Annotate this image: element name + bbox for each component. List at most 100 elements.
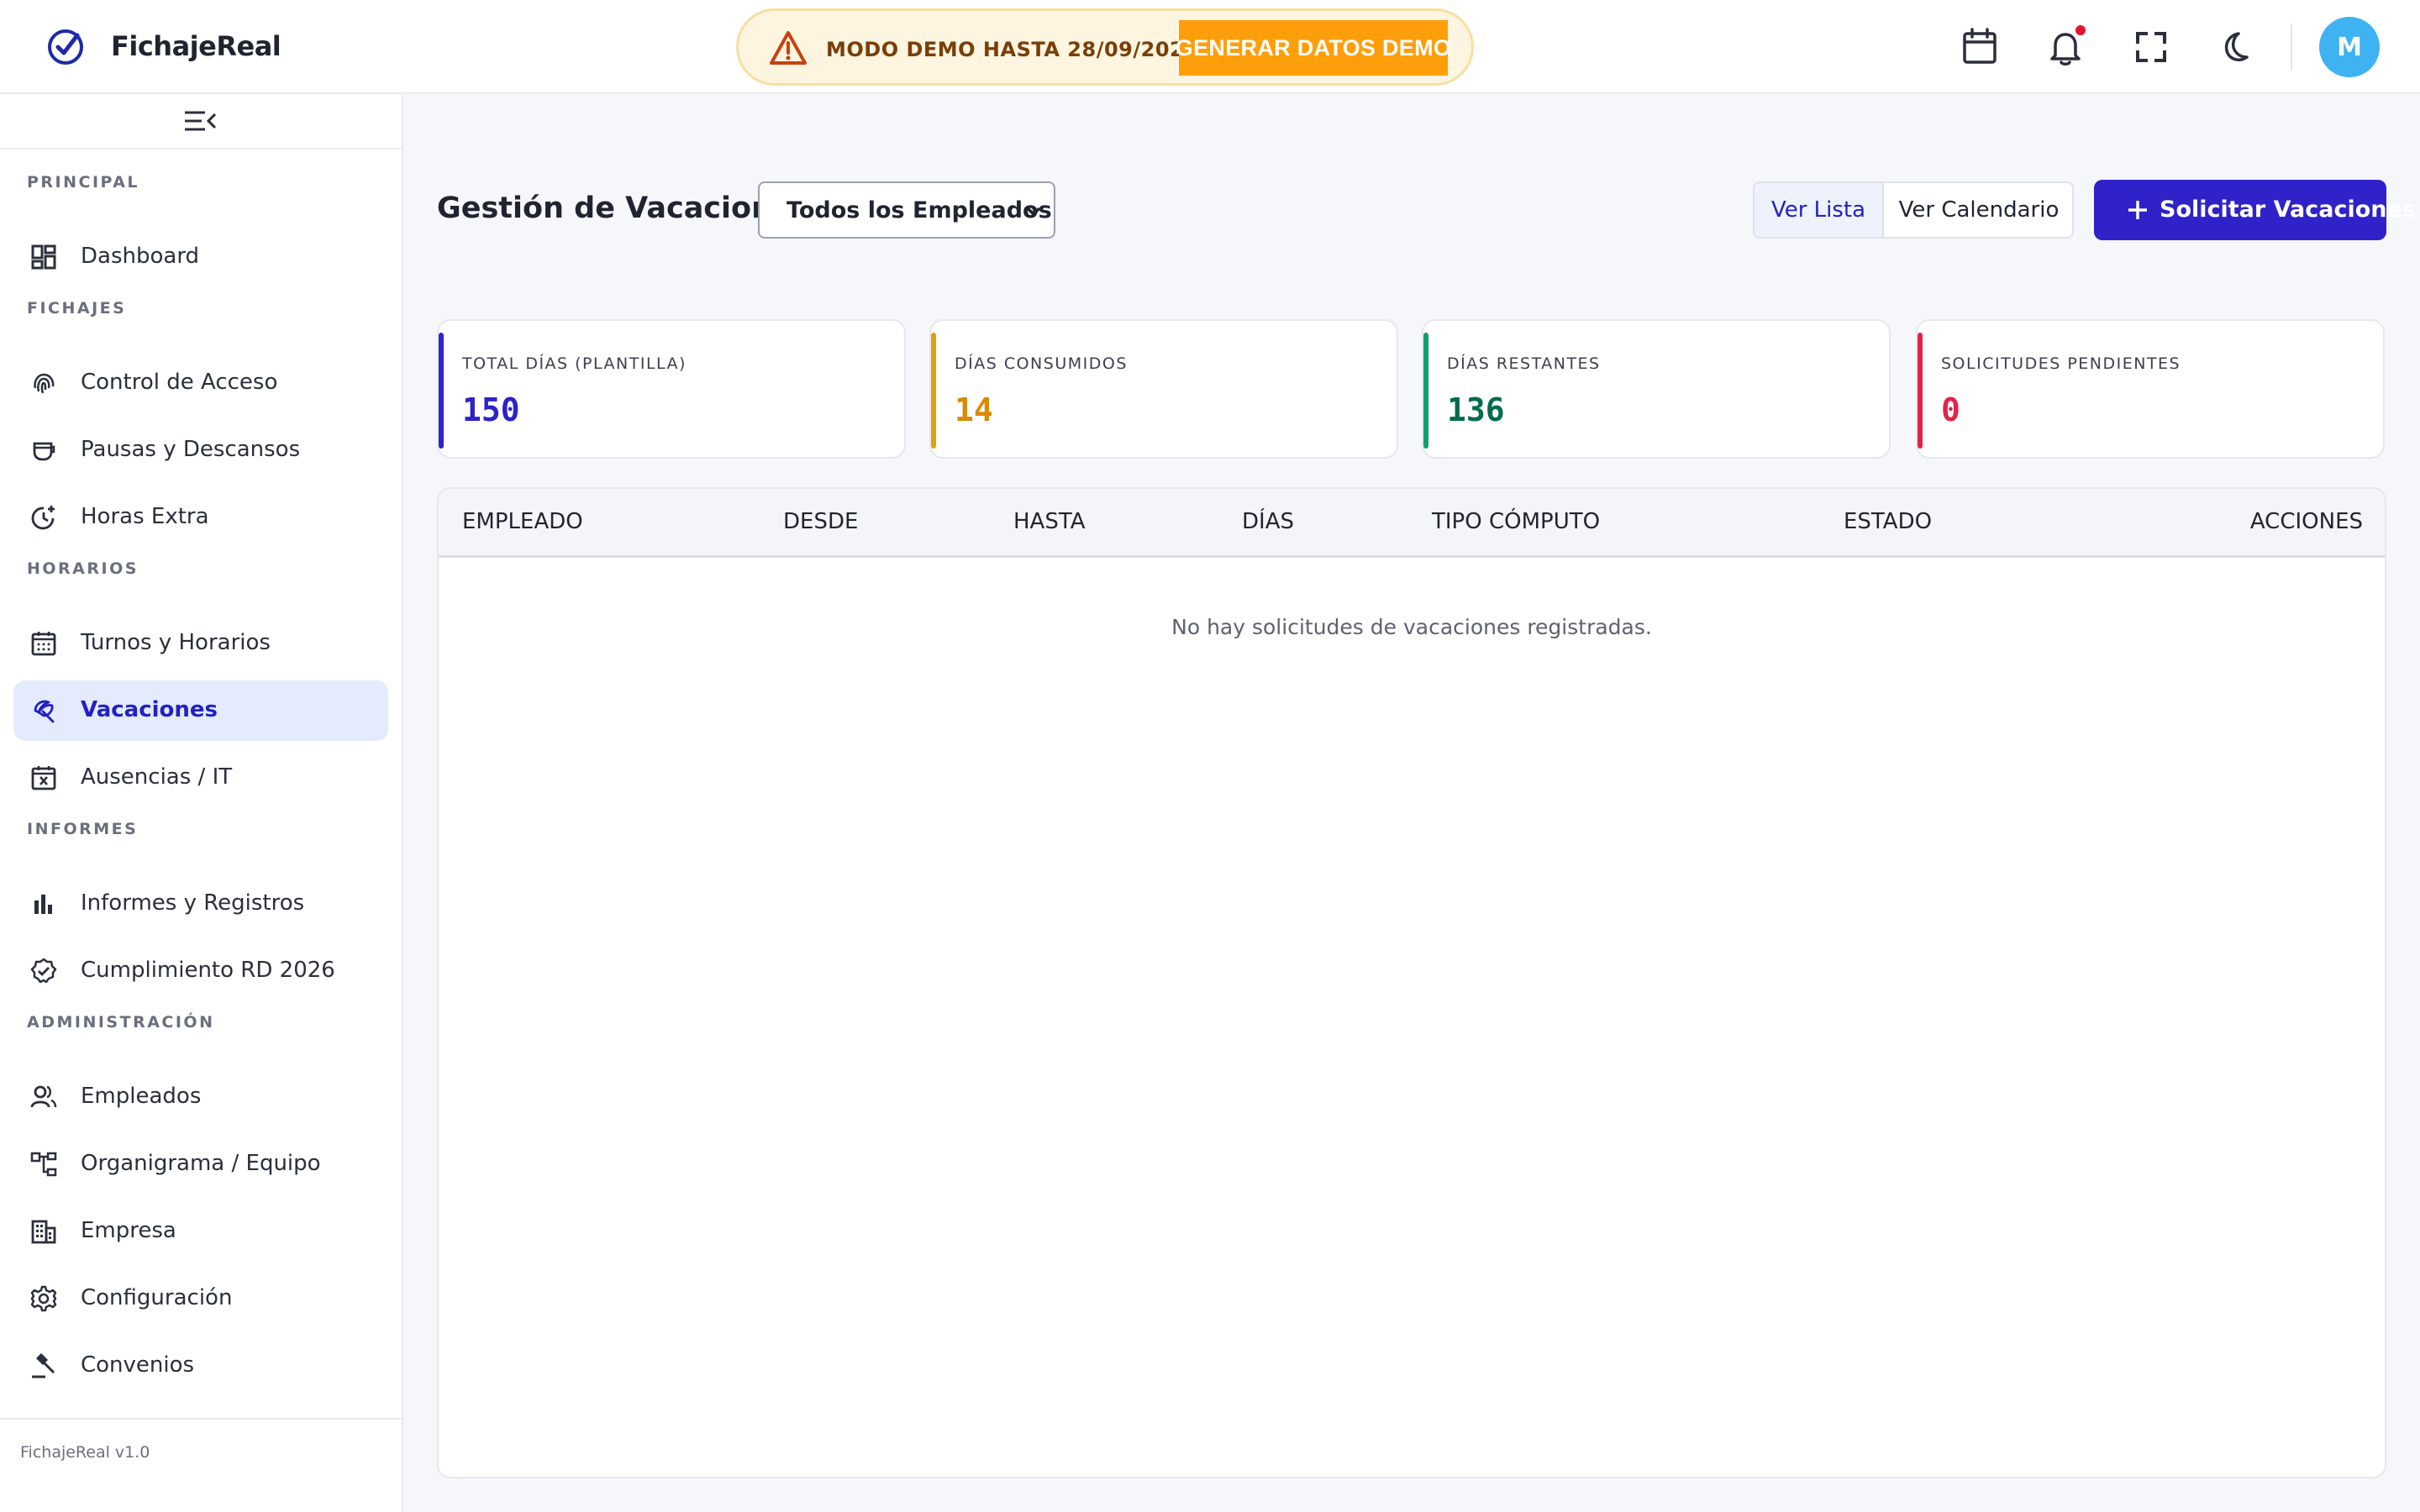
sidebar-item-vacaciones[interactable]: Vacaciones <box>13 680 388 741</box>
users-icon <box>30 1085 57 1108</box>
sidebar-item-label: Control de Acceso <box>81 370 278 395</box>
column-header-desde[interactable]: DESDE <box>783 509 858 534</box>
stat-accent-bar <box>931 333 936 449</box>
stat-value: 150 <box>462 391 520 428</box>
org-chart-icon <box>30 1152 57 1177</box>
column-header-hasta[interactable]: HASTA <box>1013 509 1086 534</box>
stat-accent-bar <box>1918 333 1923 449</box>
empty-table-message: No hay solicitudes de vacaciones registr… <box>1171 615 1652 639</box>
sidebar-item-control-acceso[interactable]: Control de Acceso <box>13 353 388 413</box>
request-vacation-label: Solicitar Vacaciones <box>2160 197 2416 223</box>
sidebar-item-pausas[interactable]: Pausas y Descansos <box>13 420 388 480</box>
sidebar-item-configuracion[interactable]: Configuración <box>13 1268 388 1329</box>
section-horarios: HORARIOS <box>27 559 139 578</box>
column-header-acciones: ACCIONES <box>2249 509 2363 534</box>
section-administracion: ADMINISTRACIÓN <box>27 1013 215 1032</box>
dashboard-icon <box>31 244 56 270</box>
view-toggle: Ver Lista Ver Calendario <box>1753 181 2074 239</box>
demo-mode-text: MODO DEMO HASTA 28/09/2026 <box>826 38 1199 61</box>
fingerprint-icon <box>34 373 55 394</box>
stat-label: SOLICITUDES PENDIENTES <box>1941 354 2181 373</box>
stat-value: 0 <box>1941 391 1960 428</box>
stat-accent-bar <box>439 333 444 449</box>
notification-dot <box>2075 25 2086 35</box>
stat-card-remaining: DÍAS RESTANTES 136 <box>1422 319 1891 459</box>
chevron-down-icon <box>1026 207 1041 217</box>
sidebar-item-empresa[interactable]: Empresa <box>13 1201 388 1262</box>
clock-plus-icon <box>31 506 55 530</box>
calendar-icon[interactable] <box>1958 25 2002 69</box>
user-avatar[interactable]: M <box>2319 17 2380 77</box>
column-header-empleado[interactable]: EMPLEADO <box>462 509 583 534</box>
gear-icon <box>30 1285 57 1312</box>
stat-label: TOTAL DÍAS (PLANTILLA) <box>462 354 687 373</box>
sidebar-item-label: Empleados <box>81 1084 202 1109</box>
sidebar-item-label: Informes y Registros <box>81 890 305 916</box>
beach-umbrella-icon <box>34 700 55 723</box>
sidebar-item-label: Horas Extra <box>81 504 209 529</box>
section-informes: INFORMES <box>27 820 139 838</box>
stat-value: 136 <box>1447 391 1505 428</box>
column-header-tipo-computo[interactable]: TIPO CÓMPUTO <box>1432 509 1600 534</box>
sidebar-item-ausencias[interactable]: Ausencias / IT <box>13 748 388 808</box>
sidebar-item-label: Organigrama / Equipo <box>81 1151 321 1176</box>
page-title: Gestión de Vacaciones <box>437 192 810 225</box>
verified-badge-icon <box>30 958 57 984</box>
sidebar-item-label: Vacaciones <box>81 697 218 722</box>
gavel-icon <box>32 1352 55 1378</box>
sidebar-item-empleados[interactable]: Empleados <box>13 1067 388 1127</box>
calendar-grid-icon <box>31 632 56 656</box>
stat-card-consumed: DÍAS CONSUMIDOS 14 <box>929 319 1398 459</box>
sidebar-item-label: Turnos y Horarios <box>81 630 271 655</box>
fullscreen-icon[interactable] <box>2129 25 2173 69</box>
stat-card-total: TOTAL DÍAS (PLANTILLA) 150 <box>437 319 906 459</box>
sidebar-item-horas-extra[interactable]: Horas Extra <box>13 487 388 548</box>
sidebar-item-label: Cumplimiento RD 2026 <box>81 958 335 983</box>
stat-label: DÍAS CONSUMIDOS <box>955 354 1128 373</box>
sidebar-item-label: Ausencias / IT <box>81 764 233 790</box>
view-calendar-button[interactable]: Ver Calendario <box>1886 183 2072 237</box>
sidebar-collapse-icon[interactable] <box>183 108 218 136</box>
view-list-button[interactable]: Ver Lista <box>1754 183 1884 237</box>
check-circle-logo-icon <box>48 29 83 65</box>
app-logo[interactable]: FichajeReal <box>45 25 281 67</box>
section-fichajes: FICHAJES <box>27 299 127 318</box>
building-icon <box>31 1220 56 1244</box>
sidebar-item-cumplimiento[interactable]: Cumplimiento RD 2026 <box>13 941 388 1001</box>
vacation-requests-table: EMPLEADO DESDE HASTA DÍAS TIPO CÓMPUTO E… <box>437 487 2386 1478</box>
employee-filter-select[interactable]: Todos los Empleados <box>758 181 1055 239</box>
sidebar-divider <box>0 148 402 150</box>
coffee-cup-icon <box>33 442 55 461</box>
demo-mode-banner: MODO DEMO HASTA 28/09/2026 GENERAR DATOS… <box>736 8 1474 86</box>
request-vacation-button[interactable]: Solicitar Vacaciones <box>2094 180 2416 240</box>
stat-value: 14 <box>955 391 993 428</box>
stat-accent-bar <box>1423 333 1428 449</box>
section-principal: PRINCIPAL <box>27 173 140 192</box>
sidebar-item-informes[interactable]: Informes y Registros <box>13 874 388 934</box>
app-name: FichajeReal <box>111 30 281 62</box>
generate-demo-data-button[interactable]: GENERAR DATOS DEMO <box>1176 20 1451 76</box>
sidebar-footer-divider <box>0 1418 402 1420</box>
table-header: EMPLEADO DESDE HASTA DÍAS TIPO CÓMPUTO E… <box>439 489 2385 558</box>
sidebar-item-convenios[interactable]: Convenios <box>13 1336 388 1396</box>
sidebar-item-label: Configuración <box>81 1285 233 1310</box>
column-header-estado[interactable]: ESTADO <box>1844 509 1932 534</box>
stat-label: DÍAS RESTANTES <box>1447 354 1601 373</box>
employee-filter-value: Todos los Empleados <box>786 197 1052 223</box>
sidebar-item-turnos[interactable]: Turnos y Horarios <box>13 613 388 674</box>
top-header: FichajeReal MODO DEMO HASTA 28/09/2026 G… <box>0 0 2420 94</box>
warning-icon <box>770 31 807 65</box>
sidebar: PRINCIPAL Dashboard FICHAJES Control de … <box>0 94 403 1512</box>
moon-icon[interactable] <box>2213 25 2257 69</box>
plus-icon <box>2128 201 2147 219</box>
column-header-dias[interactable]: DÍAS <box>1242 509 1294 534</box>
sidebar-item-label: Dashboard <box>81 244 200 269</box>
sidebar-item-label: Pausas y Descansos <box>81 437 301 462</box>
bar-chart-icon <box>34 895 52 914</box>
sidebar-item-label: Convenios <box>81 1352 195 1378</box>
sidebar-item-dashboard[interactable]: Dashboard <box>13 227 388 287</box>
app-version: FichajeReal v1.0 <box>20 1443 150 1462</box>
sidebar-item-label: Empresa <box>81 1218 176 1243</box>
calendar-x-icon <box>31 766 56 790</box>
sidebar-item-organigrama[interactable]: Organigrama / Equipo <box>13 1134 388 1194</box>
